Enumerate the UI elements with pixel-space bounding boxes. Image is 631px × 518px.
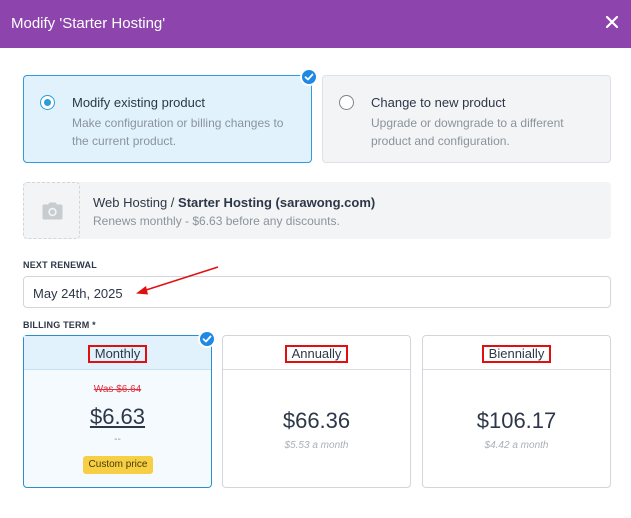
term-annually-header: Annually <box>223 336 410 370</box>
term-biennially[interactable]: Biennially $106.17 $4.42 a month <box>422 335 611 488</box>
selected-term-check-icon <box>198 330 216 348</box>
change-option-title: Change to new product <box>371 95 506 110</box>
term-annually-per-month: $5.53 a month <box>284 440 349 451</box>
custom-price-badge: Custom price <box>83 456 153 474</box>
term-monthly-price: $6.63 <box>89 404 146 429</box>
modify-option-title: Modify existing product <box>72 95 205 110</box>
term-monthly-header: Monthly <box>24 336 211 370</box>
term-biennially-name: Biennially <box>481 345 552 363</box>
modify-existing-option[interactable]: Modify existing product Make configurati… <box>23 75 312 163</box>
modify-option-description: Make configuration or billing changes to… <box>72 116 284 148</box>
close-icon[interactable] <box>605 15 619 29</box>
term-monthly[interactable]: Monthly Was $6.64 $6.63 -- Custom price <box>23 335 212 488</box>
product-summary: Web Hosting / Starter Hosting (sarawong.… <box>23 182 611 239</box>
term-monthly-name: Monthly <box>87 345 148 363</box>
term-annually[interactable]: Annually $66.36 $5.53 a month <box>222 335 411 488</box>
term-monthly-sub: -- <box>114 434 121 445</box>
was-price: Was $6.64 <box>93 384 142 395</box>
term-annually-name: Annually <box>284 345 349 363</box>
billing-term-label: BILLING TERM * <box>23 320 96 330</box>
next-renewal-field[interactable]: May 24th, 2025 <box>23 276 611 308</box>
product-renewal-note: Renews monthly - $6.63 before any discou… <box>93 214 340 228</box>
product-image-placeholder <box>23 182 80 239</box>
product-name: Starter Hosting (sarawong.com) <box>178 195 376 210</box>
next-renewal-label: NEXT RENEWAL <box>23 260 97 270</box>
modify-radio[interactable] <box>40 95 55 110</box>
product-title: Web Hosting / Starter Hosting (sarawong.… <box>93 195 375 210</box>
modal-title: Modify 'Starter Hosting' <box>11 15 166 32</box>
camera-icon <box>42 202 63 220</box>
change-product-option[interactable]: Change to new product Upgrade or downgra… <box>322 75 611 163</box>
change-radio[interactable] <box>339 95 354 110</box>
change-option-description: Upgrade or downgrade to a different prod… <box>371 116 564 148</box>
product-separator: / <box>167 195 179 210</box>
selected-check-icon <box>300 68 318 86</box>
modal-header: Modify 'Starter Hosting' <box>0 0 631 48</box>
term-biennially-price: $106.17 <box>476 408 557 433</box>
term-annually-price: $66.36 <box>282 408 351 433</box>
term-biennially-per-month: $4.42 a month <box>484 440 549 451</box>
product-category: Web Hosting <box>93 195 168 210</box>
term-biennially-header: Biennially <box>423 336 610 370</box>
